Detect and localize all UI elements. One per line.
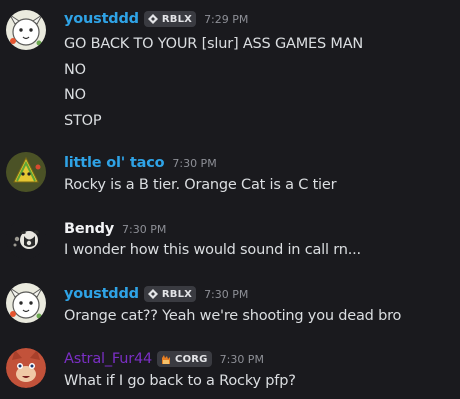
- goat-avatar-icon: [6, 10, 46, 50]
- timestamp[interactable]: 7:30 PM: [122, 223, 166, 236]
- server-tag[interactable]: RBLX: [143, 11, 197, 27]
- server-tag-label: CORG: [175, 353, 208, 365]
- timestamp[interactable]: 7:30 PM: [204, 288, 248, 301]
- avatar[interactable]: [6, 152, 46, 192]
- message-text: NO: [64, 87, 86, 103]
- message-text: I wonder how this would sound in call rn…: [64, 242, 361, 258]
- message-group: youstddd RBLX 7:29 PM GO BACK TO YOUR [s…: [0, 0, 460, 140]
- message-text: Rocky is a B tier. Orange Cat is a C tie…: [64, 177, 337, 193]
- avatar[interactable]: [6, 283, 46, 323]
- username[interactable]: Astral_Fur44: [64, 351, 152, 367]
- taco-avatar-icon: [6, 152, 46, 192]
- fox-avatar-icon: [6, 348, 46, 388]
- corg-badge-icon: [160, 353, 172, 365]
- server-tag-label: RBLX: [161, 13, 193, 25]
- avatar[interactable]: [6, 219, 46, 259]
- message-group: Bendy 7:30 PM I wonder how this would so…: [0, 211, 460, 271]
- rblx-badge-icon: [147, 288, 159, 300]
- avatar[interactable]: [6, 348, 46, 388]
- message-text: STOP: [64, 113, 102, 129]
- username[interactable]: youstddd: [64, 11, 139, 27]
- goat-avatar-icon: [6, 283, 46, 323]
- username[interactable]: Bendy: [64, 221, 114, 237]
- timestamp[interactable]: 7:30 PM: [220, 353, 264, 366]
- message-text: NO: [64, 62, 86, 78]
- message-header: youstddd RBLX 7:29 PM: [64, 9, 248, 29]
- server-tag-label: RBLX: [161, 288, 193, 300]
- server-tag[interactable]: CORG: [157, 351, 212, 367]
- message-header: Astral_Fur44 CORG 7:30 PM: [64, 349, 264, 369]
- rblx-badge-icon: [147, 13, 159, 25]
- timestamp[interactable]: 7:29 PM: [204, 13, 248, 26]
- message-text: GO BACK TO YOUR [slur] ASS GAMES MAN: [64, 36, 364, 52]
- username[interactable]: little ol' taco: [64, 155, 165, 171]
- bendy-avatar-icon: [6, 219, 46, 259]
- message-header: Bendy 7:30 PM: [64, 219, 166, 239]
- chat-log: youstddd RBLX 7:29 PM GO BACK TO YOUR [s…: [0, 0, 460, 399]
- timestamp[interactable]: 7:30 PM: [172, 157, 216, 170]
- message-header: youstddd RBLX 7:30 PM: [64, 284, 248, 304]
- message-group: Astral_Fur44 CORG 7:30 PM What if I go b…: [0, 343, 460, 399]
- message-group: little ol' taco 7:30 PM Rocky is a B tie…: [0, 145, 460, 205]
- message-header: little ol' taco 7:30 PM: [64, 153, 217, 173]
- username[interactable]: youstddd: [64, 286, 139, 302]
- avatar[interactable]: [6, 10, 46, 50]
- message-text: Orange cat?? Yeah we're shooting you dea…: [64, 308, 402, 324]
- message-text: What if I go back to a Rocky pfp?: [64, 373, 296, 389]
- server-tag[interactable]: RBLX: [143, 286, 197, 302]
- message-group: youstddd RBLX 7:30 PM Orange cat?? Yeah …: [0, 277, 460, 337]
